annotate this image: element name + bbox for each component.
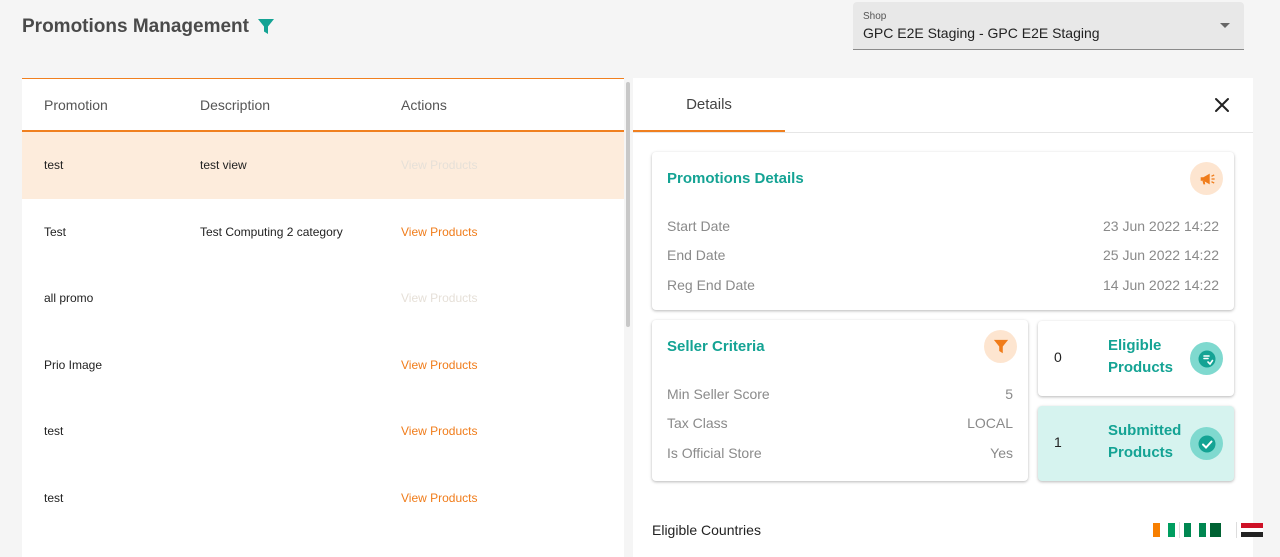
view-products-link[interactable]: View Products bbox=[401, 358, 477, 372]
eligible-products-card[interactable]: 0 Eligible Products bbox=[1038, 321, 1234, 396]
view-products-link[interactable]: View Products bbox=[401, 491, 477, 505]
column-header-actions: Actions bbox=[401, 96, 447, 113]
official-store-row: Is Official Store Yes bbox=[667, 445, 1013, 461]
official-store-value: Yes bbox=[990, 445, 1013, 461]
shop-select[interactable]: Shop GPC E2E Staging - GPC E2E Staging bbox=[853, 2, 1244, 50]
eligible-products-count: 0 bbox=[1054, 349, 1062, 365]
promotion-cell: Test bbox=[44, 224, 67, 239]
megaphone-icon bbox=[1190, 162, 1223, 195]
close-icon[interactable] bbox=[1213, 96, 1231, 114]
shop-select-label: Shop bbox=[863, 11, 887, 22]
promotion-details-title: Promotions Details bbox=[667, 170, 804, 187]
tax-class-row: Tax Class LOCAL bbox=[667, 415, 1013, 431]
reg-end-date-label: Reg End Date bbox=[667, 277, 755, 293]
min-seller-score-value: 5 bbox=[1005, 386, 1013, 402]
reg-end-date-value: 14 Jun 2022 14:22 bbox=[1103, 277, 1219, 293]
column-header-promotion[interactable]: Promotion bbox=[22, 97, 200, 113]
seller-criteria-card: Seller Criteria Min Seller Score 5 Tax C… bbox=[652, 320, 1028, 481]
filter-icon bbox=[984, 330, 1017, 363]
end-date-row: End Date 25 Jun 2022 14:22 bbox=[667, 247, 1219, 263]
promotion-cell: test bbox=[44, 424, 64, 439]
filter-icon[interactable] bbox=[257, 18, 275, 36]
promotion-cell: Prio Image bbox=[44, 357, 103, 372]
check-circle-icon bbox=[1190, 427, 1223, 460]
flag-divider bbox=[1179, 522, 1180, 538]
tax-class-value: LOCAL bbox=[967, 415, 1013, 431]
submitted-products-count: 1 bbox=[1054, 434, 1062, 450]
flag-ivory-coast-icon bbox=[1153, 523, 1175, 537]
table-row[interactable]: test View Products bbox=[22, 465, 624, 532]
details-panel: Details Promotions Details Start Date 23… bbox=[633, 78, 1263, 557]
table-scrollbar[interactable] bbox=[626, 82, 630, 327]
eligible-countries-flags bbox=[1153, 522, 1263, 538]
eligible-products-label: Eligible Products bbox=[1108, 337, 1174, 376]
end-date-label: End Date bbox=[667, 247, 726, 263]
promotions-table: Promotion Description Actions test test … bbox=[22, 78, 624, 557]
product-swap-icon bbox=[1190, 342, 1223, 375]
flag-egypt-icon bbox=[1241, 523, 1263, 538]
table-row[interactable]: Prio Image View Products bbox=[22, 332, 624, 399]
tab-divider bbox=[633, 132, 1253, 133]
column-header-description[interactable]: Description bbox=[200, 97, 401, 113]
view-products-link[interactable]: View Products bbox=[401, 424, 477, 438]
official-store-label: Is Official Store bbox=[667, 445, 762, 461]
view-products-link: View Products bbox=[401, 158, 478, 173]
tab-details[interactable]: Details bbox=[633, 78, 785, 132]
promotion-details-card: Promotions Details Start Date 23 Jun 202… bbox=[652, 152, 1234, 310]
end-date-value: 25 Jun 2022 14:22 bbox=[1103, 247, 1219, 263]
table-row[interactable]: Test Test Computing 2 category View Prod… bbox=[22, 199, 624, 266]
flag-algeria-icon bbox=[1210, 523, 1232, 537]
table-row[interactable]: test View Products bbox=[22, 398, 624, 465]
start-date-row: Start Date 23 Jun 2022 14:22 bbox=[667, 218, 1219, 234]
page-header: Promotions Management bbox=[22, 16, 275, 38]
view-products-link[interactable]: View Products bbox=[401, 225, 477, 239]
view-products-link: View Products bbox=[401, 291, 478, 306]
flag-divider bbox=[1236, 522, 1237, 538]
promotion-cell: all promo bbox=[44, 291, 94, 306]
dropdown-arrow-icon[interactable] bbox=[1220, 23, 1230, 28]
eligible-countries-label: Eligible Countries bbox=[652, 522, 761, 538]
seller-criteria-title: Seller Criteria bbox=[667, 338, 765, 355]
promotion-cell: test bbox=[44, 490, 64, 505]
table-row[interactable]: test test view View Products bbox=[22, 132, 624, 199]
start-date-label: Start Date bbox=[667, 218, 731, 234]
description-cell: Test Computing 2 category bbox=[200, 224, 343, 239]
table-header: Promotion Description Actions bbox=[22, 79, 624, 132]
description-cell: test view bbox=[200, 158, 247, 173]
submitted-products-label: Submitted Products bbox=[1108, 422, 1182, 461]
start-date-value: 23 Jun 2022 14:22 bbox=[1103, 218, 1219, 234]
flag-nigeria-icon bbox=[1184, 523, 1206, 537]
page-title: Promotions Management bbox=[22, 16, 249, 37]
min-seller-score-row: Min Seller Score 5 bbox=[667, 386, 1013, 402]
reg-end-date-row: Reg End Date 14 Jun 2022 14:22 bbox=[667, 277, 1219, 293]
tax-class-label: Tax Class bbox=[667, 415, 728, 431]
promotion-cell: test bbox=[44, 158, 64, 173]
shop-select-value: GPC E2E Staging - GPC E2E Staging bbox=[863, 25, 1100, 41]
submitted-products-card[interactable]: 1 Submitted Products bbox=[1038, 406, 1234, 481]
table-row[interactable]: all promo View Products bbox=[22, 265, 624, 332]
min-seller-score-label: Min Seller Score bbox=[667, 386, 770, 402]
